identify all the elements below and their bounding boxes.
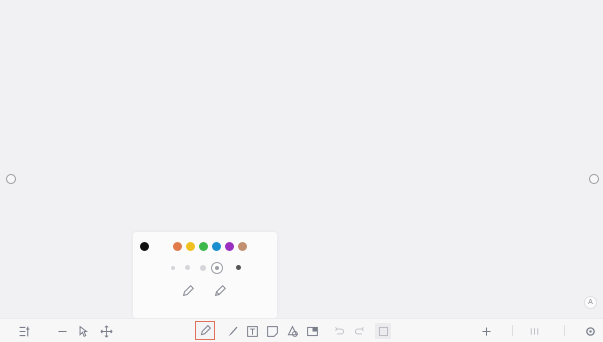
resize-handle-right-icon[interactable] [589,174,599,184]
color-swatch-brown[interactable] [238,242,247,251]
shape-icon[interactable] [284,323,300,339]
size-option-5[interactable] [236,265,241,270]
redo-icon[interactable] [351,323,367,339]
highlighter-icon[interactable] [213,284,227,298]
image-icon[interactable] [304,323,320,339]
color-swatch-purple[interactable] [225,242,234,251]
move-icon[interactable] [98,323,114,339]
toolbar-divider [564,325,565,336]
pen-icon [200,324,211,336]
undo-icon[interactable] [331,323,347,339]
pointer-icon[interactable] [74,323,90,339]
size-option-1[interactable] [171,266,175,270]
color-swatch-blue[interactable] [212,242,221,251]
size-option-2[interactable] [185,265,190,270]
minus-icon[interactable] [54,323,70,339]
toolbar-divider [512,325,513,336]
pen-icon[interactable] [181,284,195,298]
add-page-icon[interactable] [478,323,494,339]
note-icon[interactable] [264,323,280,339]
text-icon[interactable] [244,323,260,339]
resize-handle-left-icon[interactable] [6,174,16,184]
more-icon[interactable] [375,323,391,339]
color-swatch-yellow[interactable] [186,242,195,251]
settings-icon[interactable] [582,323,598,339]
color-swatch-orange[interactable] [173,242,182,251]
whiteboard-canvas[interactable] [0,0,603,318]
color-swatch-green[interactable] [199,242,208,251]
color-swatch-black[interactable] [140,242,149,251]
page-count-icon[interactable] [526,323,542,339]
page-list-icon[interactable] [16,323,32,339]
pen-settings-panel [133,232,277,318]
corner-button[interactable]: A [584,296,597,309]
bottom-toolbar [0,318,603,342]
pen-tool-button[interactable] [195,321,215,340]
brush-icon[interactable] [224,323,240,339]
size-option-3[interactable] [200,265,206,271]
size-option-selected[interactable] [211,262,223,274]
